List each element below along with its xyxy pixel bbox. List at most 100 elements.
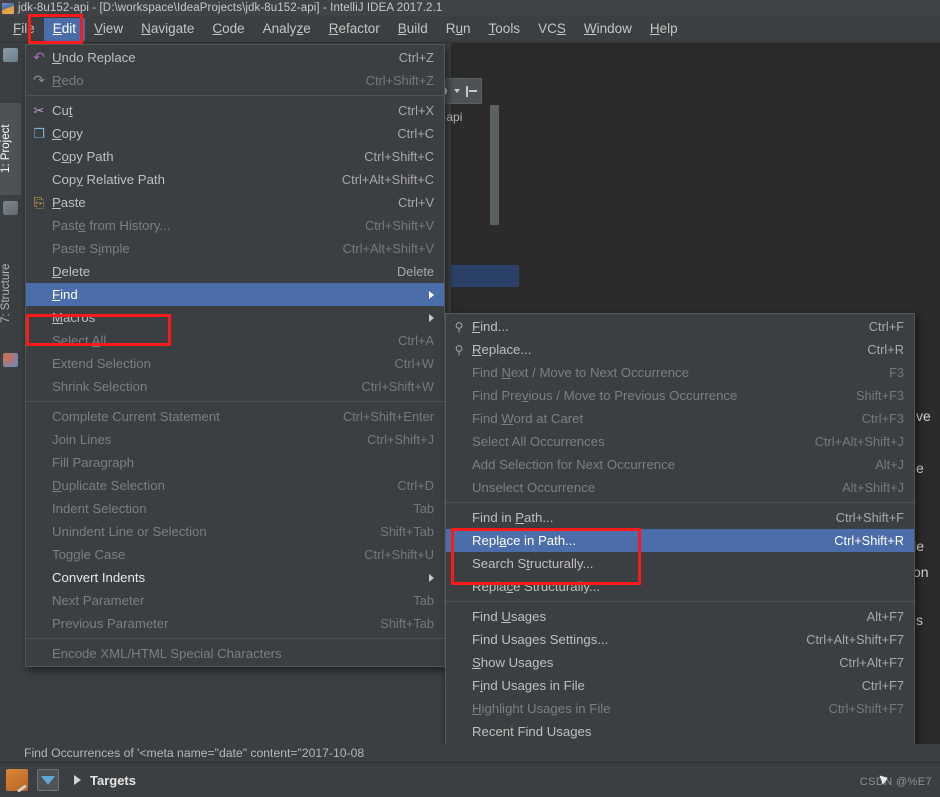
menu-item-icon-slot xyxy=(26,283,52,306)
menubar-item-analyze[interactable]: Analyze xyxy=(254,18,320,41)
menu-item-label: Delete xyxy=(52,264,373,279)
menu-item-shortcut: Alt+Shift+J xyxy=(842,480,904,495)
menu-item-icon-slot xyxy=(26,520,52,543)
menu-item-search-structurally[interactable]: Search Structurally... xyxy=(446,552,914,575)
menu-item-icon-slot xyxy=(26,329,52,352)
menu-item-paste[interactable]: ⎘PasteCtrl+V xyxy=(26,191,444,214)
menu-item-fill-paragraph: Fill Paragraph xyxy=(26,451,444,474)
menu-item-shortcut: Ctrl+Shift+W xyxy=(361,379,434,394)
menu-item-label: Redo xyxy=(52,73,342,88)
app-icon xyxy=(2,3,14,14)
menu-item-label: Replace in Path... xyxy=(472,533,810,548)
menu-item-label: Complete Current Statement xyxy=(52,409,319,424)
menu-item-shortcut: Ctrl+Alt+Shift+F7 xyxy=(806,632,904,647)
menu-item-delete[interactable]: Delete Delete xyxy=(26,260,444,283)
menubar-item-file[interactable]: File xyxy=(4,18,44,41)
menu-item-label: Select All Occurrences xyxy=(472,434,791,449)
menu-bar: FileEditViewNavigateCodeAnalyzeRefactorB… xyxy=(0,16,940,43)
menu-item-find-usages-settings[interactable]: Find Usages Settings... Ctrl+Alt+Shift+F7 xyxy=(446,628,914,651)
project-folder-icon xyxy=(3,48,18,62)
chevron-down-icon[interactable] xyxy=(454,89,460,93)
expand-caret-icon[interactable] xyxy=(74,775,81,785)
menu-item-encode-xml-html-special-characters: Encode XML/HTML Special Characters xyxy=(26,642,444,665)
menubar-item-edit[interactable]: Edit xyxy=(44,18,85,41)
filter-icon[interactable] xyxy=(37,769,59,791)
menu-item-find-next-move-to-next-occurrence: Find Next / Move to Next OccurrenceF3 xyxy=(446,361,914,384)
menu-item-icon-slot xyxy=(446,628,472,651)
sidebar-item-project[interactable]: 1: Project xyxy=(0,103,21,195)
menubar-item-window[interactable]: Window xyxy=(575,18,641,41)
sidebar-item-structure[interactable]: 7: Structure xyxy=(0,239,21,347)
menu-separator xyxy=(446,502,914,503)
menu-item-copy-relative-path[interactable]: Copy Relative PathCtrl+Alt+Shift+C xyxy=(26,168,444,191)
menu-item-replace-structurally[interactable]: Replace Structurally... xyxy=(446,575,914,598)
menu-item-icon-slot xyxy=(446,720,472,743)
menubar-item-view[interactable]: View xyxy=(85,18,132,41)
menu-item-shortcut: Delete xyxy=(397,264,434,279)
menu-item-shortcut: Tab xyxy=(413,593,434,608)
menu-item-unindent-line-or-selection: Unindent Line or SelectionShift+Tab xyxy=(26,520,444,543)
menu-item-label: Find Word at Caret xyxy=(472,411,838,426)
menu-item-label: Paste Simple xyxy=(52,241,319,256)
menubar-item-code[interactable]: Code xyxy=(203,18,253,41)
menu-item-shortcut: Ctrl+Alt+Shift+V xyxy=(343,241,434,256)
menu-item-previous-parameter: Previous ParameterShift+Tab xyxy=(26,612,444,635)
menu-item-find-usages-in-file[interactable]: Find Usages in FileCtrl+F7 xyxy=(446,674,914,697)
menubar-item-tools[interactable]: Tools xyxy=(480,18,530,41)
menu-item-icon-slot xyxy=(26,375,52,398)
menu-item-find-usages[interactable]: Find UsagesAlt+F7 xyxy=(446,605,914,628)
editor-selection-strip xyxy=(451,265,519,287)
menu-item-label: Copy Path xyxy=(52,149,340,164)
menu-item-label: Paste from History... xyxy=(52,218,341,233)
menu-item-cut[interactable]: ✂CutCtrl+X xyxy=(26,99,444,122)
menu-item-find[interactable]: ⚲Find...Ctrl+F xyxy=(446,315,914,338)
menubar-item-vcs[interactable]: VCS xyxy=(529,18,575,41)
menubar-item-refactor[interactable]: Refactor xyxy=(320,18,389,41)
menu-item-icon-slot xyxy=(446,552,472,575)
collapse-all-icon[interactable] xyxy=(466,86,477,97)
menubar-item-navigate[interactable]: Navigate xyxy=(132,18,203,41)
copy-icon: ❐ xyxy=(26,122,52,145)
menu-item-shortcut: Ctrl+F3 xyxy=(862,411,904,426)
menu-item-convert-indents[interactable]: Convert Indents xyxy=(26,566,444,589)
submenu-arrow-icon xyxy=(429,574,434,582)
menu-item-icon-slot xyxy=(446,575,472,598)
menu-item-icon-slot xyxy=(26,145,52,168)
menu-item-find-in-path[interactable]: Find in Path...Ctrl+Shift+F xyxy=(446,506,914,529)
menu-item-macros[interactable]: Macros xyxy=(26,306,444,329)
csdn-watermark: CSDN @%E7 xyxy=(860,776,932,788)
menu-item-recent-find-usages[interactable]: Recent Find Usages xyxy=(446,720,914,743)
project-scrollbar[interactable] xyxy=(490,105,499,225)
menu-item-icon-slot xyxy=(446,605,472,628)
menu-item-label: Toggle Case xyxy=(52,547,340,562)
menu-item-icon-slot xyxy=(26,566,52,589)
menu-item-find[interactable]: Find xyxy=(26,283,444,306)
menu-item-replace[interactable]: ⚲Replace...Ctrl+R xyxy=(446,338,914,361)
menu-item-shortcut: Ctrl+X xyxy=(398,103,434,118)
menu-item-label: Find Usages in File xyxy=(472,678,838,693)
settings-icon[interactable] xyxy=(6,769,28,791)
menu-item-shortcut: Ctrl+V xyxy=(398,195,434,210)
find-icon: ⚲ xyxy=(446,315,472,338)
menu-item-show-usages[interactable]: Show UsagesCtrl+Alt+F7 xyxy=(446,651,914,674)
menu-item-copy[interactable]: ❐CopyCtrl+C xyxy=(26,122,444,145)
menu-item-shrink-selection: Shrink SelectionCtrl+Shift+W xyxy=(26,375,444,398)
menubar-item-run[interactable]: Run xyxy=(437,18,480,41)
menu-item-label: Next Parameter xyxy=(52,593,389,608)
menu-item-copy-path[interactable]: Copy PathCtrl+Shift+C xyxy=(26,145,444,168)
menu-item-shortcut: Ctrl+D xyxy=(397,478,434,493)
menu-separator xyxy=(446,601,914,602)
menubar-item-help[interactable]: Help xyxy=(641,18,687,41)
menu-item-icon-slot xyxy=(446,407,472,430)
menu-item-label: Find Usages Settings... xyxy=(472,632,782,647)
targets-label[interactable]: Targets xyxy=(90,773,136,788)
menu-item-icon-slot xyxy=(446,506,472,529)
menu-item-label: Find Previous / Move to Previous Occurre… xyxy=(472,388,832,403)
menu-item-undo-replace[interactable]: ↶Undo ReplaceCtrl+Z xyxy=(26,46,444,69)
menu-item-label: Indent Selection xyxy=(52,501,389,516)
menu-item-icon-slot xyxy=(26,405,52,428)
menu-item-replace-in-path[interactable]: Replace in Path...Ctrl+Shift+R xyxy=(446,529,914,552)
menubar-item-build[interactable]: Build xyxy=(389,18,437,41)
menu-item-label: Join Lines xyxy=(52,432,343,447)
menu-item-label: Encode XML/HTML Special Characters xyxy=(52,646,434,661)
